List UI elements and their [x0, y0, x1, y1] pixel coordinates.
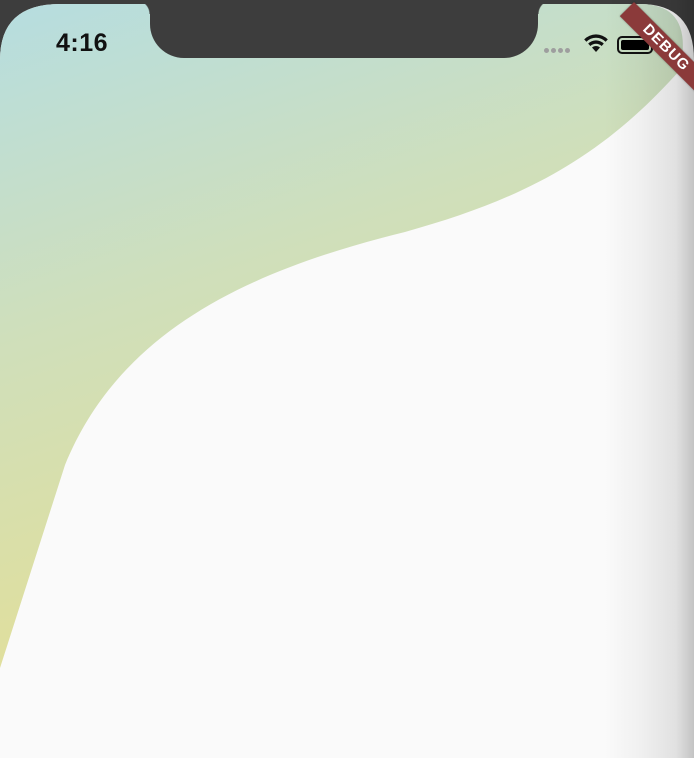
phone-frame: 4:16 DEBUG: [0, 0, 694, 758]
status-time: 4:16: [56, 29, 109, 57]
wave-header-background: [0, 4, 694, 758]
cellular-signal-icon: [544, 48, 570, 53]
status-bar: 4:16: [0, 0, 694, 60]
wifi-icon: [584, 34, 608, 52]
app-screen: [0, 0, 694, 758]
